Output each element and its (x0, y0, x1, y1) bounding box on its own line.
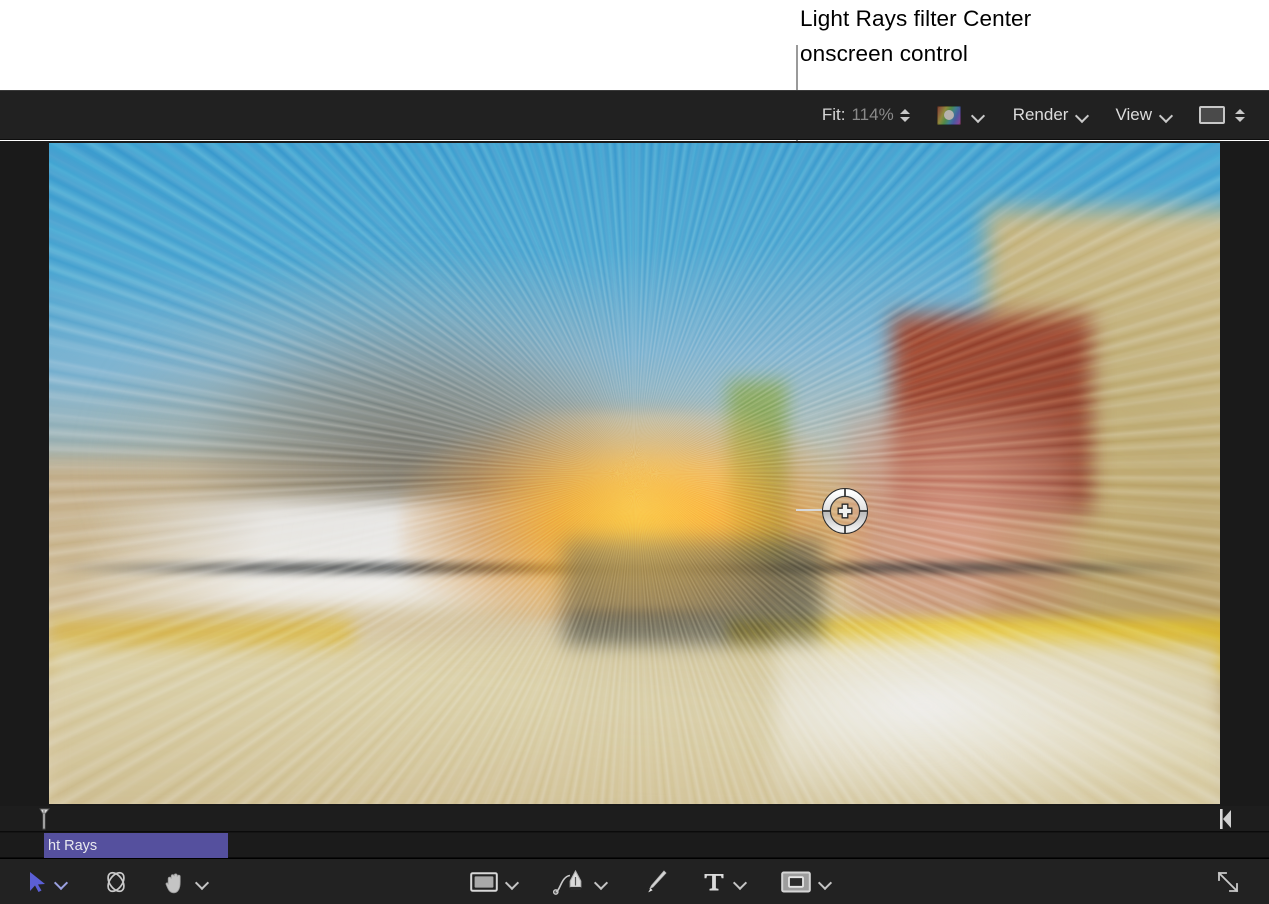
pen-tool[interactable] (553, 869, 608, 895)
layout-stepper-icon[interactable] (1234, 109, 1245, 122)
rectangle-mask-icon[interactable] (781, 871, 811, 893)
timeline-divider (0, 831, 1269, 832)
fit-value: 114% (851, 105, 893, 125)
diagonal-resize-icon[interactable] (1215, 869, 1241, 895)
text-tool[interactable] (702, 870, 747, 894)
color-profile-chevron-down-icon[interactable] (972, 109, 985, 122)
zoom-stepper-icon[interactable] (900, 109, 911, 122)
shape-tool[interactable] (470, 871, 519, 893)
render-menu-label: Render (1013, 105, 1069, 125)
render-chevron-down-icon[interactable] (1076, 109, 1089, 122)
rectangle-shape-icon[interactable] (470, 871, 498, 893)
viewer-canvas[interactable] (0, 141, 1269, 806)
pan-tool[interactable] (164, 869, 209, 895)
mask-chevron-down-icon[interactable] (818, 875, 832, 889)
timeline-clip[interactable]: ht Rays (44, 833, 228, 858)
center-onscreen-control-icon[interactable] (816, 482, 874, 540)
mask-tool[interactable] (781, 871, 832, 893)
3d-transform-icon[interactable] (102, 868, 130, 896)
timeline-ruler[interactable] (0, 806, 1269, 832)
canvas-toolbar: Fit: 114% Render View (0, 90, 1269, 140)
paint-tool[interactable] (642, 869, 668, 895)
image-vignette (49, 143, 1220, 804)
timeline-clip-label: ht Rays (48, 838, 97, 854)
shape-chevron-down-icon[interactable] (505, 875, 519, 889)
render-menu[interactable]: Render (1013, 105, 1090, 125)
viewer-image[interactable] (49, 143, 1220, 804)
bezier-pen-icon[interactable] (553, 869, 587, 895)
out-point-marker-icon[interactable] (1219, 808, 1232, 830)
color-profile-control[interactable] (937, 106, 985, 125)
resize-viewer-button[interactable] (1215, 869, 1241, 895)
tools-toolbar (0, 858, 1269, 904)
select-arrow-icon[interactable] (28, 871, 47, 893)
motion-canvas-window: Light Rays filter Center onscreen contro… (0, 0, 1269, 904)
viewer-layout-control[interactable] (1199, 106, 1245, 124)
view-menu-label: View (1115, 105, 1152, 125)
text-chevron-down-icon[interactable] (733, 875, 747, 889)
hand-pan-icon[interactable] (164, 869, 188, 895)
pan-chevron-down-icon[interactable] (195, 875, 209, 889)
paint-brush-icon[interactable] (642, 869, 668, 895)
callout-label: Light Rays filter Center onscreen contro… (800, 1, 1220, 71)
color-profile-swatch-icon[interactable] (937, 106, 961, 125)
playhead-marker-icon[interactable] (38, 808, 51, 830)
view-menu[interactable]: View (1115, 105, 1173, 125)
select-chevron-down-icon[interactable] (54, 875, 68, 889)
fit-zoom-control[interactable]: Fit: 114% (822, 105, 911, 125)
pen-chevron-down-icon[interactable] (594, 875, 608, 889)
text-tool-icon[interactable] (702, 870, 726, 894)
select-tool[interactable] (28, 871, 68, 893)
view-chevron-down-icon[interactable] (1160, 109, 1173, 122)
view-layout-icon[interactable] (1199, 106, 1225, 124)
transform-3d-tool[interactable] (102, 868, 130, 896)
fit-label: Fit: (822, 105, 846, 125)
